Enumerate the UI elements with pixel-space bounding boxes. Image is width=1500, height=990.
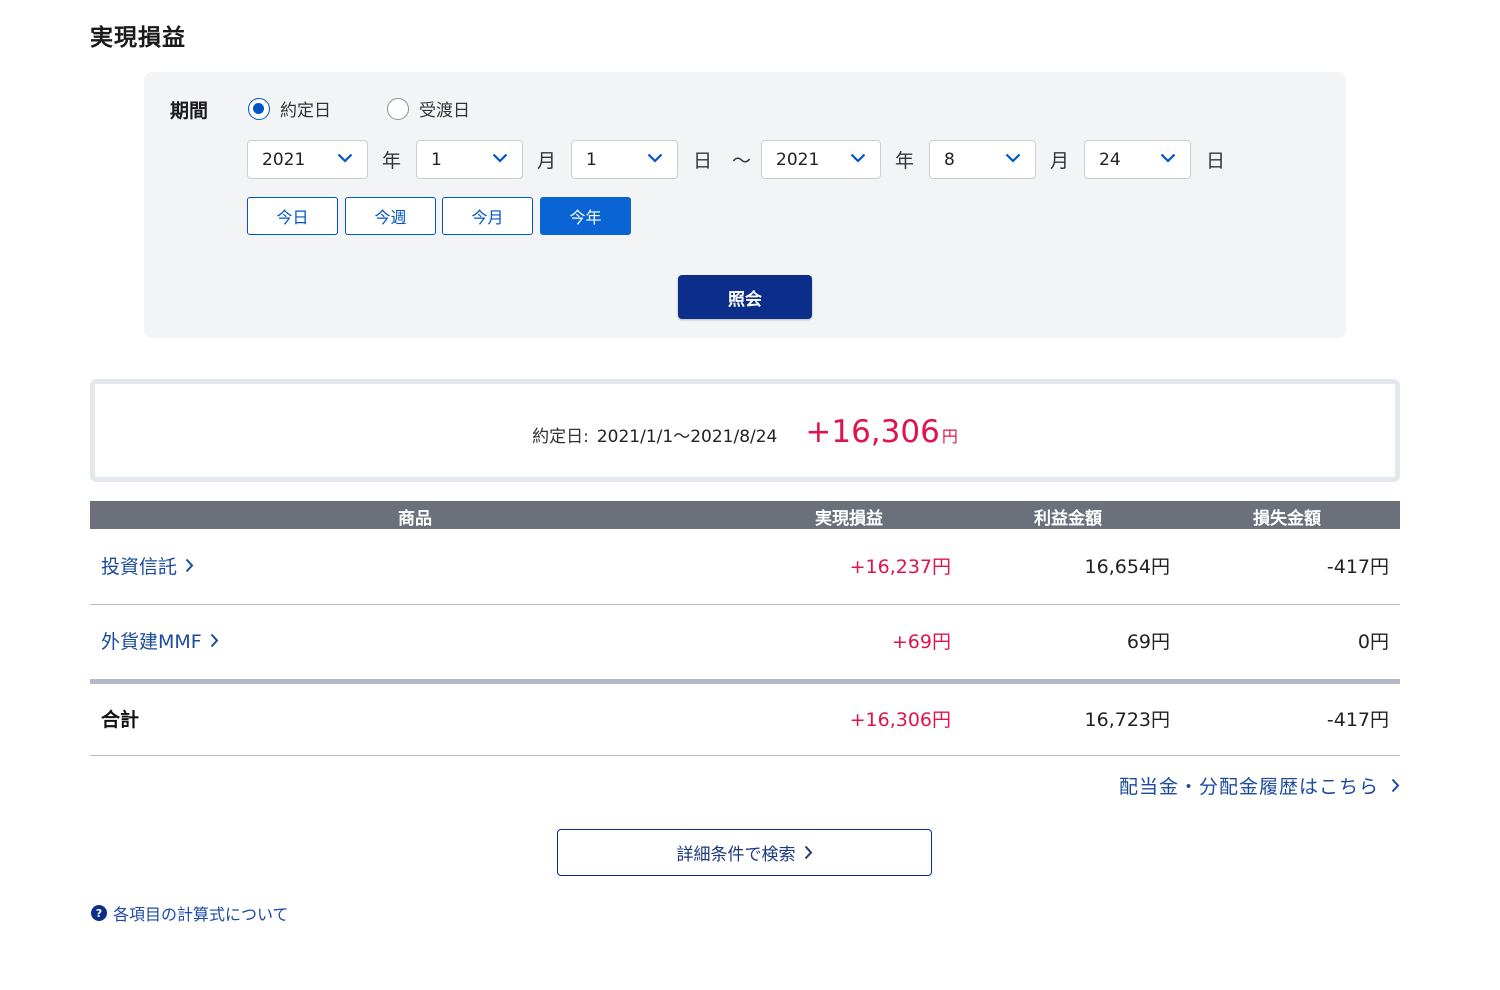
realized-pl-value: +16,237円 xyxy=(849,556,951,578)
summary-label: 約定日: xyxy=(532,427,589,447)
radio-trade-date[interactable]: 約定日 xyxy=(248,96,331,121)
from-month-select[interactable]: 1 xyxy=(416,140,523,179)
summary-total-value: +16,306 xyxy=(805,414,940,450)
question-circle-icon: ? xyxy=(91,905,107,921)
realized-pl-value: +69円 xyxy=(891,631,951,653)
chevron-right-icon xyxy=(804,845,812,860)
to-year-select[interactable]: 2021 xyxy=(761,140,881,179)
profit-amount-value: 69円 xyxy=(1126,631,1170,653)
chevron-down-icon xyxy=(850,153,866,163)
radio-settlement-date[interactable]: 受渡日 xyxy=(387,96,470,121)
total-label: 合計 xyxy=(101,709,140,731)
from-month-unit: 月 xyxy=(537,150,557,172)
to-month-value: 8 xyxy=(944,149,955,170)
to-day-unit: 日 xyxy=(1206,150,1226,172)
radio-trade-date-label: 約定日 xyxy=(280,101,331,121)
chevron-right-icon xyxy=(210,633,219,648)
detail-search-button[interactable]: 詳細条件で検索 xyxy=(557,829,932,876)
chevron-right-icon xyxy=(185,558,194,573)
profit-amount-value: 16,654円 xyxy=(1084,556,1170,578)
radio-selected-indicator xyxy=(248,97,270,120)
product-name: 投資信託 xyxy=(101,556,178,578)
table-header: 商品 実現損益 利益金額 損失金額 xyxy=(90,501,1400,529)
product-link-foreign-mmf[interactable]: 外貨建MMF xyxy=(101,627,219,654)
total-loss-amount: -417円 xyxy=(1326,709,1389,731)
summary-box: 約定日: 2021/1/1〜2021/8/24 +16,306 円 xyxy=(90,379,1400,482)
quick-button-this-week[interactable]: 今週 xyxy=(345,197,436,235)
product-name: 外貨建MMF xyxy=(101,631,202,653)
radio-settlement-date-label: 受渡日 xyxy=(419,101,470,121)
from-day-value: 1 xyxy=(586,149,597,170)
to-day-value: 24 xyxy=(1099,149,1121,170)
dividend-history-link[interactable]: 配当金・分配金履歴はこちら xyxy=(1119,772,1400,799)
radio-unselected-indicator xyxy=(387,97,409,120)
to-year-unit: 年 xyxy=(895,150,915,172)
from-day-select[interactable]: 1 xyxy=(571,140,678,179)
to-month-unit: 月 xyxy=(1050,150,1070,172)
row-divider xyxy=(90,755,1400,756)
to-month-select[interactable]: 8 xyxy=(929,140,1036,179)
filter-panel: 期間 約定日 受渡日 2021 年 1 月 1 日 〜 2021 年 8 月 2… xyxy=(144,72,1346,338)
chevron-right-icon xyxy=(1391,778,1400,793)
loss-amount-value: -417円 xyxy=(1326,556,1389,578)
chevron-down-icon xyxy=(492,153,508,163)
loss-amount-value: 0円 xyxy=(1357,631,1389,653)
header-profit-amount: 利益金額 xyxy=(1034,509,1102,529)
page-title: 実現損益 xyxy=(90,25,186,51)
range-separator: 〜 xyxy=(732,150,752,172)
chevron-down-icon xyxy=(1160,153,1176,163)
product-link-investment-trust[interactable]: 投資信託 xyxy=(101,552,194,579)
from-year-select[interactable]: 2021 xyxy=(247,140,368,179)
total-divider xyxy=(90,679,1400,684)
from-year-value: 2021 xyxy=(262,149,306,170)
summary-unit: 円 xyxy=(941,427,958,446)
total-profit-amount: 16,723円 xyxy=(1084,709,1170,731)
calculation-help-label: 各項目の計算式について xyxy=(113,905,289,924)
quick-button-this-year[interactable]: 今年 xyxy=(540,197,631,235)
row-divider xyxy=(90,604,1400,605)
from-month-value: 1 xyxy=(431,149,442,170)
detail-search-label: 詳細条件で検索 xyxy=(676,845,796,865)
header-realized-pl: 実現損益 xyxy=(815,509,883,529)
summary-range: 2021/1/1〜2021/8/24 xyxy=(596,427,778,447)
chevron-down-icon xyxy=(647,153,663,163)
header-loss-amount: 損失金額 xyxy=(1253,509,1321,529)
total-realized-pl: +16,306円 xyxy=(849,709,951,731)
inquiry-button[interactable]: 照会 xyxy=(678,275,812,319)
quick-button-today[interactable]: 今日 xyxy=(247,197,338,235)
from-year-unit: 年 xyxy=(382,150,402,172)
to-year-value: 2021 xyxy=(776,149,820,170)
header-product: 商品 xyxy=(398,509,432,529)
chevron-down-icon xyxy=(1005,153,1021,163)
dividend-history-label: 配当金・分配金履歴はこちら xyxy=(1118,776,1379,798)
quick-button-this-month[interactable]: 今月 xyxy=(442,197,533,235)
from-day-unit: 日 xyxy=(693,150,713,172)
chevron-down-icon xyxy=(337,153,353,163)
to-day-select[interactable]: 24 xyxy=(1084,140,1191,179)
calculation-help-link[interactable]: ? 各項目の計算式について xyxy=(91,901,289,925)
period-label: 期間 xyxy=(170,100,209,122)
